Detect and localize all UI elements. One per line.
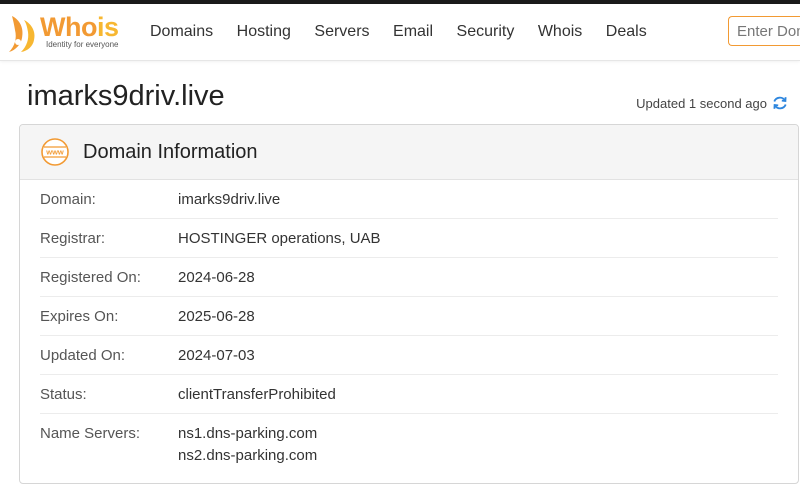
name-server: ns1.dns-parking.com	[178, 425, 318, 442]
panel-title: Domain Information	[83, 140, 258, 163]
domain-search-input[interactable]	[728, 16, 800, 46]
main-nav: Domains Hosting Servers Email Security W…	[150, 4, 670, 60]
row-label: Registrar:	[40, 229, 106, 247]
nav-domains[interactable]: Domains	[150, 23, 213, 41]
nav-hosting[interactable]: Hosting	[237, 23, 291, 41]
whois-logo[interactable]: Whois Identity for everyone	[6, 10, 126, 54]
row-registered-on: Registered On: 2024-06-28	[40, 258, 778, 297]
row-name-servers: Name Servers: ns1.dns-parking.com ns2.dn…	[40, 414, 778, 467]
domain-info-table: Domain: imarks9driv.live Registrar: HOST…	[20, 180, 798, 467]
row-domain: Domain: imarks9driv.live	[40, 180, 778, 219]
row-value: HOSTINGER operations, UAB	[178, 229, 381, 247]
nav-deals[interactable]: Deals	[606, 23, 647, 41]
row-label: Expires On:	[40, 307, 119, 325]
row-updated-on: Updated On: 2024-07-03	[40, 336, 778, 375]
logo-tagline: Identity for everyone	[46, 40, 119, 49]
logo-mark-icon	[9, 16, 35, 52]
nav-servers[interactable]: Servers	[314, 23, 369, 41]
page-title: imarks9driv.live	[27, 80, 225, 112]
svg-text:www: www	[45, 148, 64, 157]
nav-security[interactable]: Security	[457, 23, 515, 41]
row-value: 2025-06-28	[178, 307, 255, 325]
nav-whois[interactable]: Whois	[538, 23, 582, 41]
row-label: Domain:	[40, 190, 96, 208]
site-header: Whois Identity for everyone Domains Host…	[0, 4, 800, 61]
nav-email[interactable]: Email	[393, 23, 433, 41]
name-server-list: ns1.dns-parking.com ns2.dns-parking.com	[178, 423, 317, 467]
row-value: 2024-07-03	[178, 346, 255, 364]
refresh-icon[interactable]	[772, 95, 788, 111]
row-value: imarks9driv.live	[178, 190, 281, 208]
updated-text: Updated 1 second ago	[636, 95, 767, 111]
row-expires-on: Expires On: 2025-06-28	[40, 297, 778, 336]
row-label: Status:	[40, 385, 87, 403]
row-label: Name Servers:	[40, 425, 141, 442]
row-value: 2024-06-28	[178, 268, 255, 286]
update-status: Updated 1 second ago	[636, 95, 788, 111]
logo-wordmark: Whois	[40, 12, 119, 42]
panel-header: www Domain Information	[20, 125, 798, 180]
domain-info-panel: www Domain Information Domain: imarks9dr…	[19, 124, 799, 484]
row-status: Status: clientTransferProhibited	[40, 375, 778, 414]
name-server: ns2.dns-parking.com	[178, 447, 318, 464]
row-label: Updated On:	[40, 346, 126, 364]
row-label: Registered On:	[40, 268, 141, 286]
row-registrar: Registrar: HOSTINGER operations, UAB	[40, 219, 778, 258]
row-value: clientTransferProhibited	[178, 385, 336, 403]
www-icon: www	[41, 138, 69, 166]
